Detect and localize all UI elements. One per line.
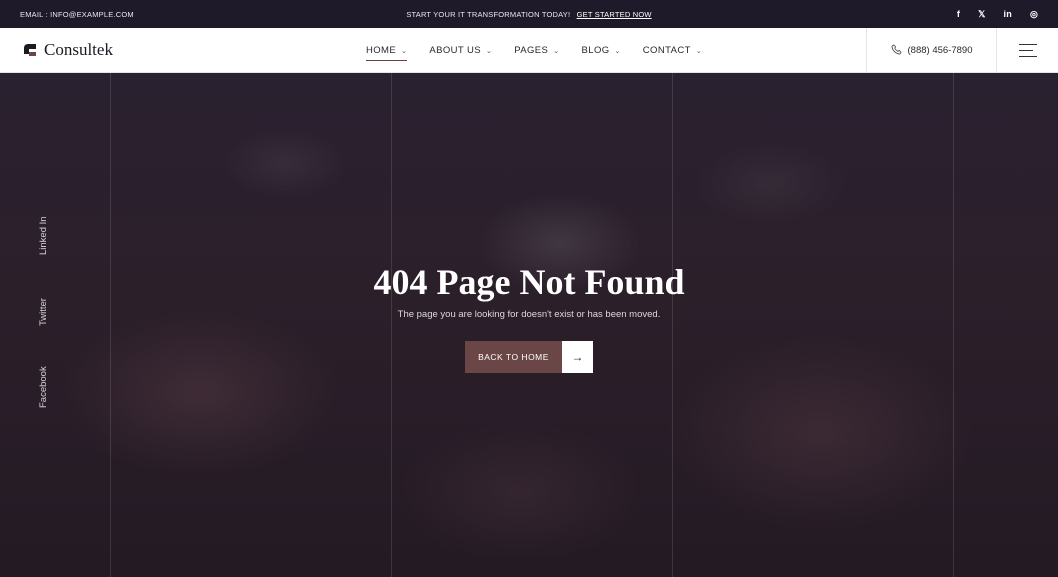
phone-icon xyxy=(890,43,902,58)
side-link-facebook[interactable]: Facebook xyxy=(38,366,49,408)
topbar-email[interactable]: EMAIL : INFO@EXAMPLE.COM xyxy=(20,10,134,19)
hero-section: Linked In Twitter Facebook 404 Page Not … xyxy=(0,73,1058,577)
top-bar: EMAIL : INFO@EXAMPLE.COM START YOUR IT T… xyxy=(0,0,1058,28)
menu-hamburger-icon[interactable] xyxy=(1019,44,1037,57)
back-to-home-label: BACK TO HOME xyxy=(465,341,562,373)
nav-item-label: BLOG xyxy=(581,45,610,56)
nav-item-contact[interactable]: CONTACT ⌄ xyxy=(643,28,702,73)
chevron-down-icon: ⌄ xyxy=(401,47,408,55)
nav-item-label: ABOUT US xyxy=(429,45,481,56)
phone-number: (888) 456-7890 xyxy=(907,45,973,56)
page-title: 404 Page Not Found xyxy=(373,262,685,302)
grid-divider xyxy=(953,73,954,577)
chevron-down-icon: ⌄ xyxy=(614,47,621,55)
chevron-down-icon: ⌄ xyxy=(695,47,703,55)
nav-item-blog[interactable]: BLOG ⌄ xyxy=(582,28,621,73)
nav-item-label: PAGES xyxy=(514,45,549,56)
logo-text: Consultek xyxy=(44,40,113,59)
chevron-down-icon: ⌄ xyxy=(553,47,560,55)
back-to-home-button[interactable]: BACK TO HOME → xyxy=(465,341,593,373)
nav-item-pages[interactable]: PAGES ⌄ xyxy=(514,28,559,73)
site-header: Consultek HOME ⌄ ABOUT US ⌄ PAGES ⌄ BLOG ⌄ C… xyxy=(0,28,1058,73)
page-subtitle: The page you are looking for doesn't exi… xyxy=(397,309,661,320)
nav-item-label: HOME xyxy=(366,45,397,56)
chevron-down-icon: ⌄ xyxy=(485,47,493,55)
logo-mark-icon xyxy=(22,42,38,58)
nav-item-about-us[interactable]: ABOUT US ⌄ xyxy=(429,28,492,73)
grid-divider xyxy=(391,73,392,577)
nav-item-label: CONTACT xyxy=(642,45,691,56)
promo-text: START YOUR IT TRANSFORMATION TODAY! xyxy=(406,9,571,19)
main-nav: HOME ⌄ ABOUT US ⌄ PAGES ⌄ BLOG ⌄ CONTACT ⌄ xyxy=(366,28,702,73)
arrow-right-icon: → xyxy=(562,341,593,373)
topbar-social: f 𝕏 in ◎ xyxy=(957,9,1038,20)
get-started-link[interactable]: GET STARTED NOW xyxy=(577,10,652,19)
instagram-icon[interactable]: ◎ xyxy=(1030,9,1038,20)
topbar-promo: START YOUR IT TRANSFORMATION TODAY! GET … xyxy=(0,10,1058,19)
facebook-icon[interactable]: f xyxy=(957,9,960,19)
logo[interactable]: Consultek xyxy=(22,40,113,60)
side-link-linkedin[interactable]: Linked In xyxy=(38,216,49,255)
grid-divider xyxy=(110,73,111,577)
nav-item-home[interactable]: HOME ⌄ xyxy=(366,28,408,73)
x-twitter-icon[interactable]: 𝕏 xyxy=(978,9,985,20)
linkedin-icon[interactable]: in xyxy=(1004,9,1012,19)
header-phone[interactable]: (888) 456-7890 xyxy=(866,28,997,73)
grid-divider xyxy=(672,73,673,577)
